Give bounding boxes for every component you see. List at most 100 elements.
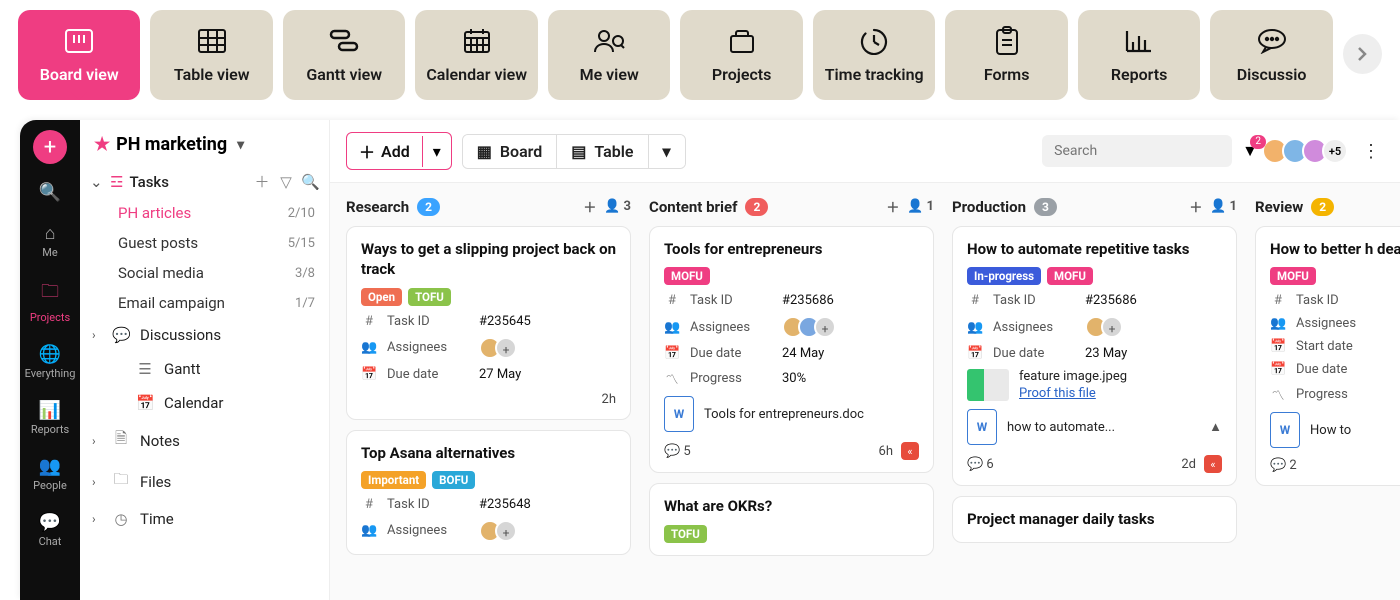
card-field-row: # Task ID xyxy=(1270,293,1400,308)
person-icon: 👤 xyxy=(1210,199,1226,214)
tile-discussions[interactable]: Discussio xyxy=(1210,10,1332,100)
card-field-row: # Task ID#235645 xyxy=(361,314,616,329)
time-icon xyxy=(859,27,889,55)
column-add-button[interactable]: ＋ xyxy=(583,197,596,216)
card-attachment[interactable]: Whow to automate...▲ xyxy=(967,409,1222,445)
view-table-button[interactable]: ▤Table xyxy=(556,135,647,168)
hash-icon: # xyxy=(361,314,377,329)
sidebar-tasks-header[interactable]: ⌄ ☲ Tasks ＋ ▽ 🔍 xyxy=(80,165,329,198)
global-add-button[interactable]: + xyxy=(33,130,67,164)
scroll-right-button[interactable] xyxy=(1343,34,1382,74)
tile-calendar-view[interactable]: Calendar view xyxy=(415,10,537,100)
column-add-button[interactable]: ＋ xyxy=(886,197,899,216)
chevron-right-icon: › xyxy=(92,512,102,526)
tile-projects[interactable]: Projects xyxy=(680,10,802,100)
tile-me-view[interactable]: Me view xyxy=(548,10,670,100)
card-attachment[interactable]: feature image.jpeg Proof this file xyxy=(967,369,1222,401)
column-add-button[interactable]: ＋ xyxy=(1189,197,1202,216)
rail-chat[interactable]: 💬Chat xyxy=(20,504,80,556)
sidebar-section-calendar[interactable]: 📅Calendar xyxy=(80,386,329,420)
sidebar-section-discussions[interactable]: ›💬Discussions xyxy=(80,318,329,352)
view-board-label: Board xyxy=(500,142,542,161)
rail-reports[interactable]: 📊Reports xyxy=(20,392,80,444)
task-card[interactable]: Top Asana alternativesImportantBOFU # Ta… xyxy=(346,430,631,555)
prog-icon: 〽 xyxy=(664,369,680,388)
discussion-icon xyxy=(1256,27,1288,55)
task-card[interactable]: How to better h deadlines as aMOFU # Tas… xyxy=(1255,226,1400,486)
rail-search[interactable]: 🔍 xyxy=(20,174,80,211)
tasklist-label: Email campaign xyxy=(118,294,225,312)
tasklist-item[interactable]: PH articles2/10 xyxy=(80,198,329,228)
cal-icon: 📅 xyxy=(361,367,377,382)
sidebar-section-gantt[interactable]: ☰Gantt xyxy=(80,352,329,386)
calendar-icon xyxy=(462,27,492,55)
add-assignee-button[interactable]: + xyxy=(1101,316,1123,338)
tile-time-tracking[interactable]: Time tracking xyxy=(813,10,935,100)
field-label: Assignees xyxy=(387,523,469,538)
column-header: Content brief 2 ＋👤1 xyxy=(649,197,934,216)
add-assignee-button[interactable]: + xyxy=(495,337,517,359)
card-field-row: 📅 Start date xyxy=(1270,339,1400,354)
sidebar-section-time[interactable]: ›◷Time xyxy=(80,502,329,536)
doc-icon: W xyxy=(967,409,997,445)
card-attachment[interactable]: WHow to xyxy=(1270,412,1400,448)
column-people-button[interactable]: 👤3 xyxy=(604,199,631,214)
task-card[interactable]: How to automate repetitive tasksIn-progr… xyxy=(952,226,1237,486)
tasklist-item[interactable]: Email campaign1/7 xyxy=(80,288,329,318)
field-label: Assignees xyxy=(690,320,772,335)
task-card[interactable]: Tools for entrepreneursMOFU # Task ID#23… xyxy=(649,226,934,473)
sidebar-section-notes[interactable]: ›🗎Notes xyxy=(80,420,329,461)
tasklist-item[interactable]: Guest posts5/15 xyxy=(80,228,329,258)
card-field-row: 👥 Assignees xyxy=(1270,316,1400,331)
people-icon: 👥 xyxy=(1270,316,1286,331)
view-more-button[interactable]: ▾ xyxy=(648,135,685,168)
comments-count[interactable]: 💬 5 xyxy=(664,444,691,459)
more-menu-button[interactable]: ⋮ xyxy=(1358,141,1384,162)
comments-count[interactable]: 💬 6 xyxy=(967,457,994,472)
attachment-name: feature image.jpeg xyxy=(1019,369,1127,384)
add-assignee-button[interactable]: + xyxy=(495,520,517,542)
tile-table-view[interactable]: Table view xyxy=(150,10,272,100)
add-button[interactable]: ＋Add xyxy=(347,133,422,169)
field-label: Due date xyxy=(387,367,469,382)
filter-button[interactable]: ▼ 2 xyxy=(1242,141,1258,161)
rail-me[interactable]: ⌂Me xyxy=(20,215,80,267)
chevron-down-icon: ▾ xyxy=(237,137,244,153)
field-label: Due date xyxy=(690,346,772,361)
tile-label: Forms xyxy=(984,65,1030,84)
add-assignee-button[interactable]: + xyxy=(814,316,836,338)
view-board-button[interactable]: ▦Board xyxy=(463,135,557,168)
tile-gantt-view[interactable]: Gantt view xyxy=(283,10,405,100)
project-switcher[interactable]: ★ PH marketing ▾ xyxy=(80,120,329,165)
tile-board-view[interactable]: Board view xyxy=(18,10,140,100)
search-tasklist-button[interactable]: 🔍 xyxy=(301,173,319,191)
column-count-badge: 3 xyxy=(1034,198,1057,216)
card-title: How to automate repetitive tasks xyxy=(967,239,1222,259)
rail-everything[interactable]: 🌐Everything xyxy=(20,336,80,388)
member-avatars[interactable]: +5 xyxy=(1268,138,1348,164)
add-tasklist-button[interactable]: ＋ xyxy=(253,171,271,192)
view-table-label: Table xyxy=(594,142,633,161)
comments-count[interactable]: 💬 2 xyxy=(1270,458,1297,473)
tile-reports[interactable]: Reports xyxy=(1078,10,1200,100)
task-card[interactable]: Ways to get a slipping project back on t… xyxy=(346,226,631,420)
task-card[interactable]: Project manager daily tasks xyxy=(952,496,1237,542)
rail-projects[interactable]: 🗀Projects xyxy=(20,271,80,332)
tile-forms[interactable]: Forms xyxy=(945,10,1067,100)
search-input[interactable] xyxy=(1042,135,1232,167)
proof-link[interactable]: Proof this file xyxy=(1019,386,1127,401)
rail-people[interactable]: 👥People xyxy=(20,448,80,500)
add-dropdown-button[interactable]: ▾ xyxy=(422,136,451,167)
filter-tasklist-button[interactable]: ▽ xyxy=(277,173,295,191)
task-card[interactable]: What are OKRs?TOFU xyxy=(649,483,934,555)
card-attachment[interactable]: WTools for entrepreneurs.doc xyxy=(664,396,919,432)
column-people-button[interactable]: 👤1 xyxy=(1210,199,1237,214)
column-count-badge: 2 xyxy=(1311,198,1334,216)
tasklist-item[interactable]: Social media3/8 xyxy=(80,258,329,288)
sidebar-section-files[interactable]: ›🗀Files xyxy=(80,461,329,502)
drive-icon: ▲ xyxy=(1209,419,1222,435)
priority-icon: « xyxy=(901,442,919,460)
file-icon: 🗀 xyxy=(112,469,130,494)
column-people-button[interactable]: 👤1 xyxy=(907,199,934,214)
card-title: What are OKRs? xyxy=(664,496,919,516)
